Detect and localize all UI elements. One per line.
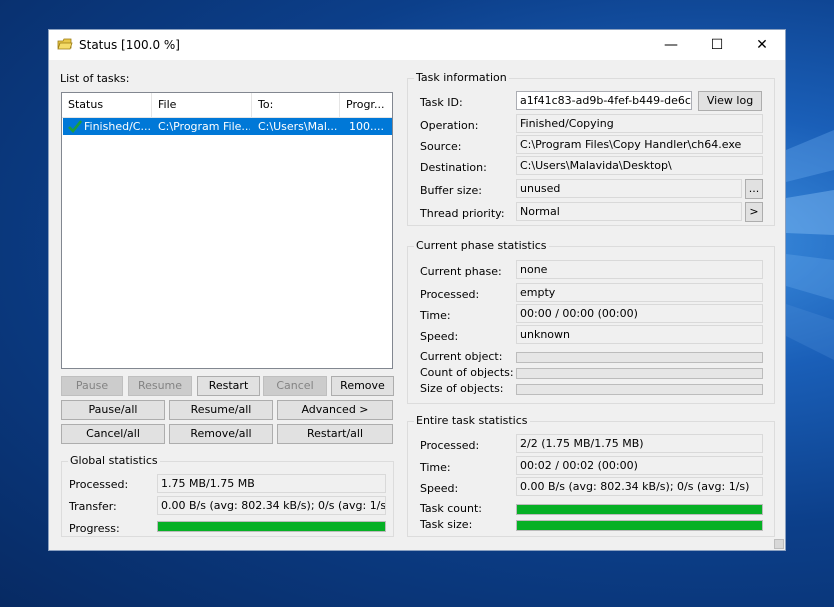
global-statistics-group: Global statistics Processed: 1.75 MB/1.7…	[61, 454, 394, 537]
buffer-size-value: unused	[516, 179, 742, 198]
phase-processed-value: empty	[516, 283, 763, 302]
cancel-button[interactable]: Cancel	[263, 376, 327, 396]
advanced-button[interactable]: Advanced >	[277, 400, 393, 420]
size-of-objects-label: Size of objects:	[420, 382, 504, 395]
count-of-objects-label: Count of objects:	[420, 366, 514, 379]
buffer-size-label: Buffer size:	[420, 184, 482, 197]
minimize-button[interactable]: —	[648, 30, 694, 60]
task-size-label: Task size:	[420, 518, 473, 531]
thread-priority-button[interactable]: >	[745, 202, 763, 222]
title-bar: Status [100.0 %] — ☐ ✕	[49, 30, 785, 60]
source-value: C:\Program Files\Copy Handler\ch64.exe	[516, 135, 763, 154]
task-row[interactable]: Finished/C... C:\Program File... C:\User…	[63, 118, 392, 135]
restart-all-button[interactable]: Restart/all	[277, 424, 393, 444]
task-time-label: Time:	[420, 461, 451, 474]
operation-value: Finished/Copying	[516, 114, 763, 133]
task-count-label: Task count:	[420, 502, 482, 515]
global-progress-fill	[158, 522, 385, 531]
source-label: Source:	[420, 140, 462, 153]
current-phase-value: none	[516, 260, 763, 279]
task-information-title: Task information	[414, 71, 509, 84]
thread-priority-label: Thread priority:	[420, 207, 505, 220]
task-processed-label: Processed:	[420, 439, 480, 452]
maximize-button[interactable]: ☐	[694, 30, 740, 60]
task-count-fill	[517, 505, 762, 514]
task-file: C:\Program File...	[158, 120, 250, 133]
current-object-bar	[516, 352, 763, 363]
global-transfer-label: Transfer:	[69, 500, 117, 513]
task-list[interactable]: Status File To: Progr... Finished/C... C…	[61, 92, 393, 369]
task-list-label: List of tasks:	[60, 72, 130, 85]
destination-label: Destination:	[420, 161, 487, 174]
task-count-bar	[516, 504, 763, 515]
column-status[interactable]: Status	[62, 93, 152, 117]
entire-task-statistics-group: Entire task statistics Processed: 2/2 (1…	[407, 414, 775, 537]
task-time-value: 00:02 / 00:02 (00:00)	[516, 456, 763, 475]
thread-priority-value: Normal	[516, 202, 742, 221]
global-processed-value: 1.75 MB/1.75 MB	[157, 474, 386, 493]
phase-time-value: 00:00 / 00:00 (00:00)	[516, 304, 763, 323]
column-to[interactable]: To:	[252, 93, 340, 117]
window-title: Status [100.0 %]	[79, 38, 180, 52]
task-id-label: Task ID:	[420, 96, 463, 109]
task-size-fill	[517, 521, 762, 530]
current-phase-label: Current phase:	[420, 265, 502, 278]
status-window: Status [100.0 %] — ☐ ✕ List of tasks: St…	[48, 29, 786, 551]
resume-button[interactable]: Resume	[128, 376, 192, 396]
global-statistics-title: Global statistics	[68, 454, 160, 467]
global-progress-bar	[157, 521, 386, 532]
resize-grip[interactable]	[774, 539, 784, 549]
pause-button[interactable]: Pause	[61, 376, 123, 396]
column-file[interactable]: File	[152, 93, 252, 117]
task-status: Finished/C...	[84, 120, 150, 133]
entire-task-statistics-title: Entire task statistics	[414, 414, 530, 427]
close-button[interactable]: ✕	[739, 30, 785, 60]
restart-button[interactable]: Restart	[197, 376, 260, 396]
task-size-bar	[516, 520, 763, 531]
global-processed-label: Processed:	[69, 478, 129, 491]
task-speed-value: 0.00 B/s (avg: 802.34 kB/s); 0/s (avg: 1…	[516, 477, 763, 496]
size-of-objects-bar	[516, 384, 763, 395]
task-processed-value: 2/2 (1.75 MB/1.75 MB)	[516, 434, 763, 453]
phase-speed-label: Speed:	[420, 330, 459, 343]
folder-copy-icon	[57, 38, 73, 50]
phase-processed-label: Processed:	[420, 288, 480, 301]
task-information-group: Task information Task ID: a1f41c83-ad9b-…	[407, 71, 775, 226]
buffer-size-button[interactable]: ...	[745, 179, 763, 199]
remove-all-button[interactable]: Remove/all	[169, 424, 273, 444]
current-phase-statistics-group: Current phase statistics Current phase: …	[407, 239, 775, 404]
task-id-field[interactable]: a1f41c83-ad9b-4fef-b449-de6ca0e	[516, 91, 692, 110]
task-speed-label: Speed:	[420, 482, 459, 495]
count-of-objects-bar	[516, 368, 763, 379]
current-phase-statistics-title: Current phase statistics	[414, 239, 549, 252]
view-log-button[interactable]: View log	[698, 91, 762, 111]
operation-label: Operation:	[420, 119, 479, 132]
global-progress-label: Progress:	[69, 522, 120, 535]
check-icon	[68, 120, 82, 133]
global-transfer-value: 0.00 B/s (avg: 802.34 kB/s); 0/s (avg: 1…	[157, 496, 386, 515]
current-object-label: Current object:	[420, 350, 503, 363]
destination-value: C:\Users\Malavida\Desktop\	[516, 156, 763, 175]
column-progress[interactable]: Progr...	[340, 93, 392, 117]
cancel-all-button[interactable]: Cancel/all	[61, 424, 165, 444]
pause-all-button[interactable]: Pause/all	[61, 400, 165, 420]
phase-speed-value: unknown	[516, 325, 763, 344]
remove-button[interactable]: Remove	[331, 376, 394, 396]
task-destination: C:\Users\Mal...	[258, 120, 338, 133]
task-list-header: Status File To: Progr...	[62, 93, 392, 118]
task-progress: 100....	[349, 120, 384, 133]
resume-all-button[interactable]: Resume/all	[169, 400, 273, 420]
phase-time-label: Time:	[420, 309, 451, 322]
